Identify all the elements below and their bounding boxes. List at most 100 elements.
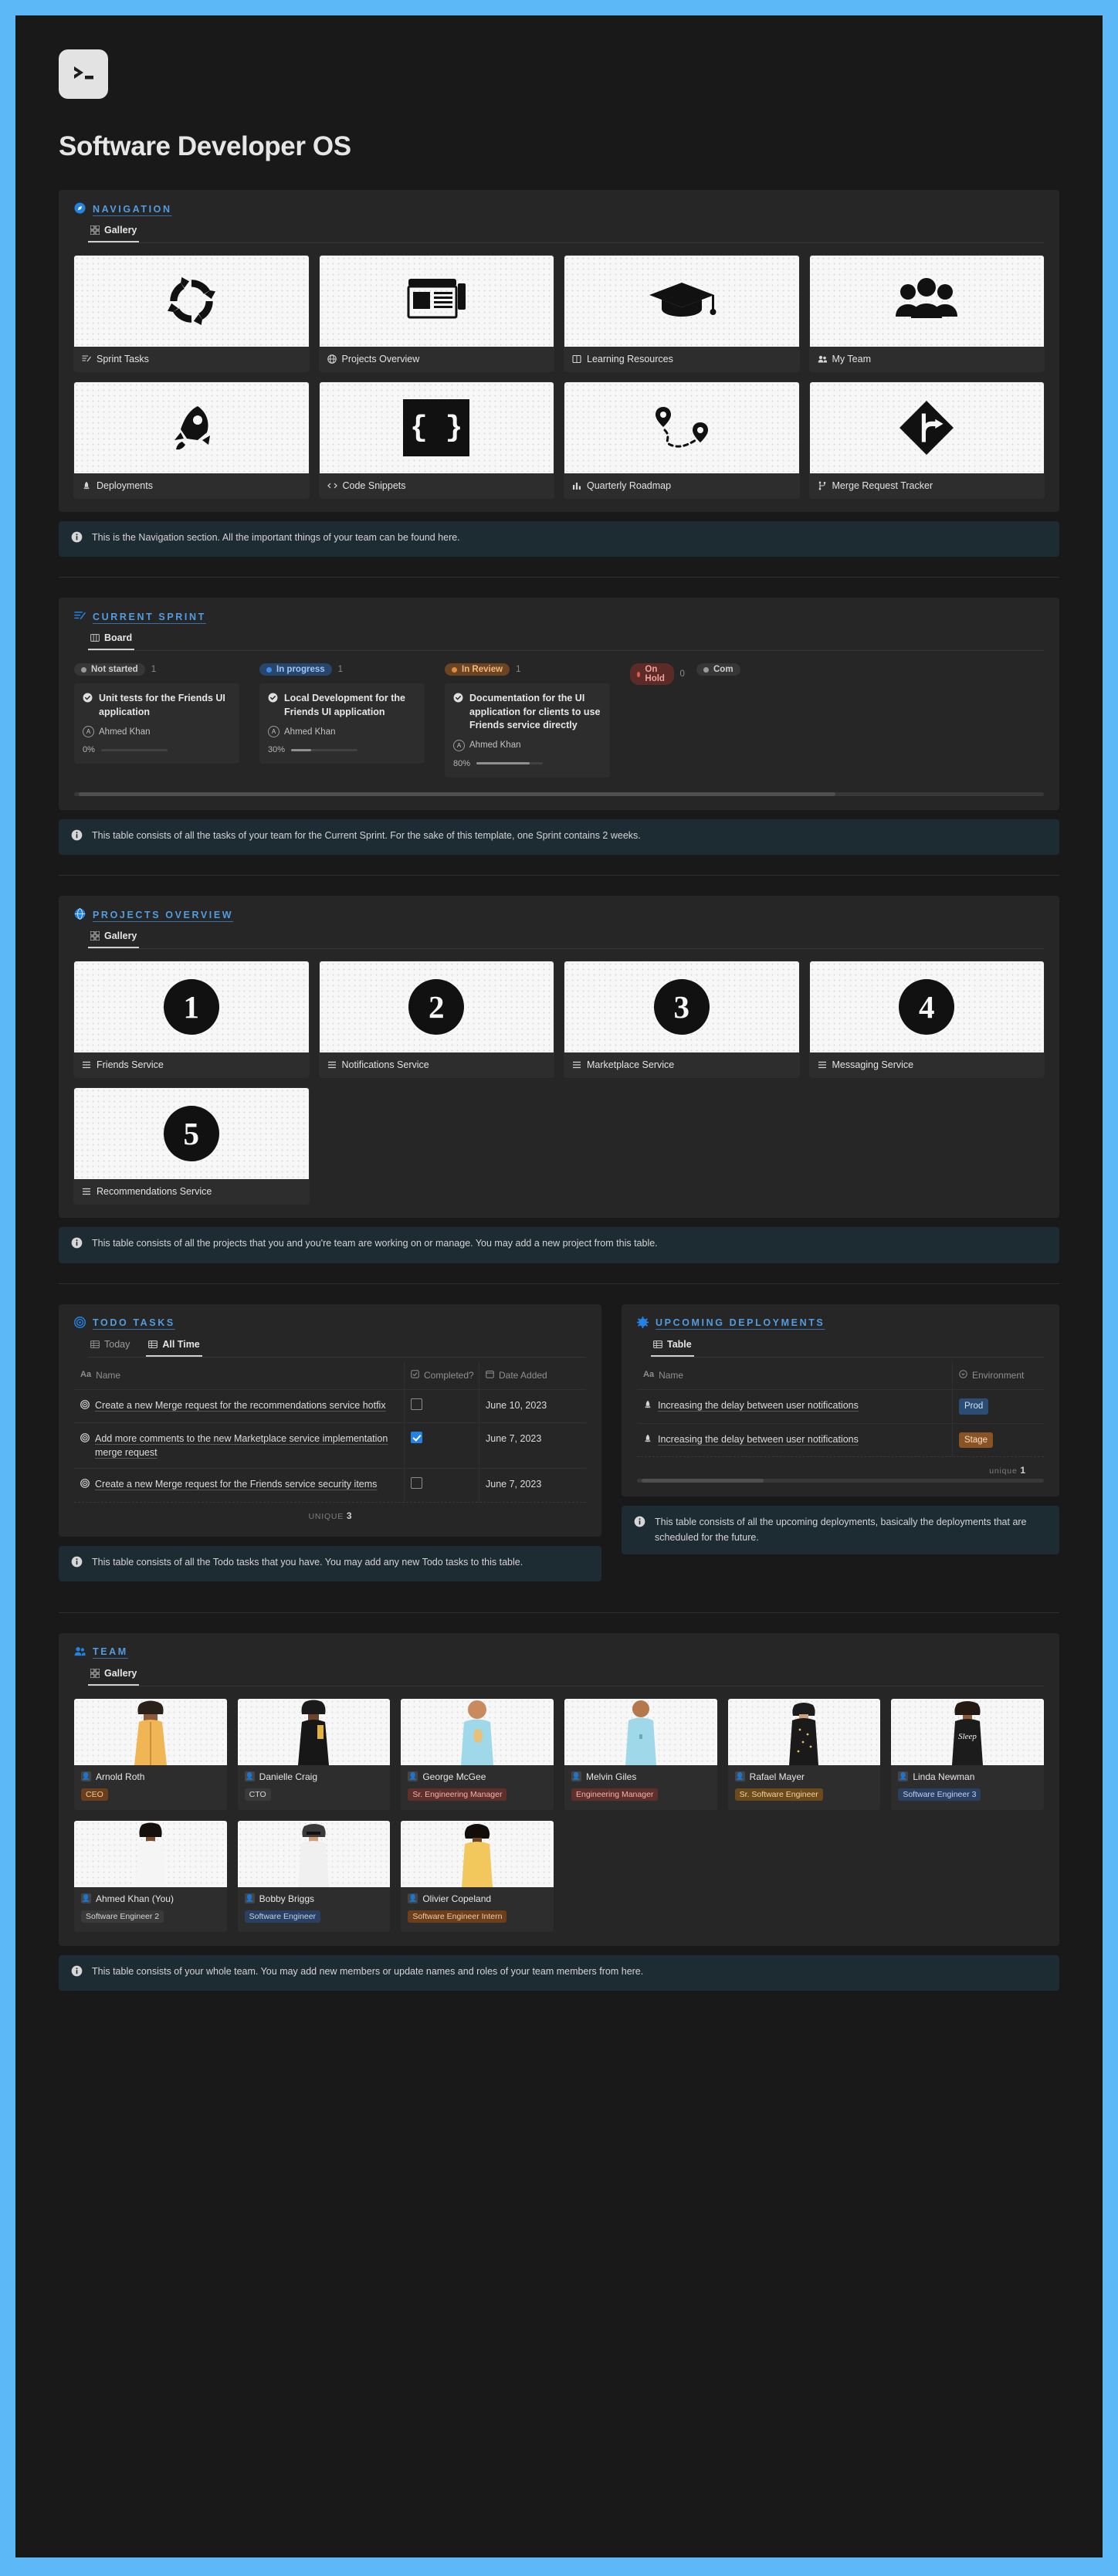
table-icon: [148, 1340, 158, 1349]
cell-environment[interactable]: Prod: [953, 1390, 1044, 1423]
projects-overview-header: PROJECTS OVERVIEW: [74, 908, 1044, 921]
current-sprint-title[interactable]: CURRENT SPRINT: [93, 612, 206, 622]
projects-gallery: 1 Friends Service 2 Notifications Servic…: [74, 961, 1044, 1205]
column-header-name[interactable]: Aa Name: [74, 1362, 404, 1389]
gallery-card[interactable]: Quarterly Roadmap: [564, 382, 799, 498]
list-icon: [82, 1187, 91, 1196]
table-row[interactable]: Increasing the delay between user notifi…: [637, 1390, 1044, 1424]
member-name-row: 👤 Arnold Roth: [74, 1765, 227, 1784]
gallery-card[interactable]: Learning Resources: [564, 256, 799, 371]
navigation-title[interactable]: NAVIGATION: [93, 204, 172, 215]
tab-gallery-team[interactable]: Gallery: [88, 1665, 140, 1686]
status-badge[interactable]: Not started: [74, 663, 145, 676]
cell-name[interactable]: Create a new Merge request for the Frien…: [74, 1469, 404, 1501]
gallery-card[interactable]: My Team: [809, 256, 1044, 371]
progress-bar: [100, 748, 168, 751]
column-header-date[interactable]: Date Added: [479, 1362, 586, 1389]
navigation-tabs: Gallery: [88, 222, 1044, 243]
team-title[interactable]: TEAM: [93, 1646, 128, 1657]
list-icon: [327, 1060, 337, 1069]
table-row[interactable]: Create a new Merge request for the recom…: [74, 1390, 586, 1424]
cell-date[interactable]: June 7, 2023: [479, 1423, 586, 1468]
status-badge[interactable]: Com: [696, 663, 740, 676]
deployments-horizontal-scrollbar[interactable]: [637, 1479, 1044, 1483]
column-header-completed[interactable]: Completed?: [405, 1362, 479, 1389]
member-avatar-art: [237, 1820, 391, 1887]
column-header-name[interactable]: Aa Name: [637, 1362, 952, 1389]
team-member-card[interactable]: Sleep 👤 Linda Newman Software Engineer 3: [891, 1698, 1044, 1810]
cell-completed[interactable]: [405, 1423, 479, 1468]
board-card[interactable]: Documentation for the UI application for…: [445, 683, 610, 778]
cell-name[interactable]: Increasing the delay between user notifi…: [637, 1424, 952, 1457]
board-horizontal-scrollbar[interactable]: [74, 791, 1044, 796]
gallery-card[interactable]: 1 Friends Service: [74, 961, 309, 1078]
card-progress: 30%: [268, 745, 416, 754]
cell-name[interactable]: Add more comments to the new Marketplace…: [74, 1423, 404, 1468]
column-header-environment[interactable]: Environment: [953, 1362, 1044, 1389]
checkbox[interactable]: [411, 1432, 423, 1444]
gallery-card[interactable]: Deployments: [74, 382, 309, 498]
projects-overview-title[interactable]: PROJECTS OVERVIEW: [93, 910, 233, 920]
cell-completed[interactable]: [405, 1390, 479, 1422]
checkbox[interactable]: [411, 1398, 422, 1411]
tab-label: Gallery: [104, 225, 137, 236]
status-badge[interactable]: In Review: [445, 663, 510, 676]
check-circle-icon: [268, 693, 278, 707]
team-section: TEAM Gallery 👤 Arnold Roth CEO 👤 Daniell…: [59, 1632, 1059, 1946]
gallery-card[interactable]: { } Code Snippets: [319, 382, 554, 498]
tab-gallery-projects[interactable]: Gallery: [88, 927, 140, 949]
list-icon: [82, 1060, 91, 1069]
table-row[interactable]: Add more comments to the new Marketplace…: [74, 1423, 586, 1469]
graduation-cap-art: [564, 256, 799, 347]
page-root: Software Developer OS NAVIGATION Gallery: [15, 15, 1103, 2557]
cell-date[interactable]: June 10, 2023: [479, 1390, 586, 1422]
board-card[interactable]: Local Development for the Friends UI app…: [259, 683, 425, 764]
table-row[interactable]: Create a new Merge request for the Frien…: [74, 1469, 586, 1503]
unique-value: 3: [346, 1510, 352, 1521]
todo-tasks-header: TODO TASKS: [74, 1316, 586, 1330]
cell-environment[interactable]: Stage: [953, 1424, 1044, 1457]
tab-board[interactable]: Board: [88, 629, 135, 651]
status-badge[interactable]: In progress: [259, 663, 332, 676]
table-row[interactable]: Increasing the delay between user notifi…: [637, 1423, 1044, 1458]
tab-gallery-navigation[interactable]: Gallery: [88, 222, 140, 242]
tab-today[interactable]: Today: [88, 1336, 132, 1357]
checkbox[interactable]: [411, 1477, 422, 1490]
cell-completed[interactable]: [405, 1469, 479, 1501]
team-member-card[interactable]: 👤 Danielle Craig CTO: [237, 1698, 391, 1810]
upcoming-deployments-title[interactable]: UPCOMING DEPLOYMENTS: [656, 1317, 825, 1328]
team-member-card[interactable]: 👤 Ahmed Khan (You) Software Engineer 2: [74, 1820, 227, 1932]
team-member-card[interactable]: 👤 Bobby Briggs Software Engineer: [237, 1820, 391, 1932]
card-assignee: A Ahmed Khan: [453, 739, 601, 751]
tab-table-deployments[interactable]: Table: [651, 1336, 694, 1357]
column-count: 1: [151, 665, 157, 675]
cell-name[interactable]: Increasing the delay between user notifi…: [637, 1390, 952, 1423]
header-label: Environment: [972, 1369, 1025, 1381]
todo-tasks-title[interactable]: TODO TASKS: [93, 1317, 175, 1328]
team-member-card[interactable]: 👤 Arnold Roth CEO: [74, 1698, 227, 1810]
gallery-card[interactable]: 3 Marketplace Service: [564, 961, 799, 1078]
team-member-card[interactable]: 👤 George McGee Sr. Engineering Manager: [401, 1698, 554, 1810]
team-member-card[interactable]: 👤 Rafael Mayer Sr. Software Engineer: [727, 1698, 881, 1810]
avatar: A: [453, 739, 465, 751]
gallery-card[interactable]: Merge Request Tracker: [809, 382, 1044, 498]
gallery-card[interactable]: Projects Overview: [319, 256, 554, 371]
card-title: Documentation for the UI application for…: [469, 693, 601, 731]
gallery-card[interactable]: 2 Notifications Service: [319, 961, 554, 1078]
gallery-card[interactable]: 5 Recommendations Service: [74, 1088, 309, 1205]
tab-label: All Time: [162, 1338, 200, 1350]
assignee-name: Ahmed Khan: [99, 727, 151, 737]
board-card[interactable]: Unit tests for the Friends UI applicatio…: [74, 683, 239, 764]
team-member-card[interactable]: 👤 Melvin Giles Engineering Manager: [564, 1698, 717, 1810]
status-badge[interactable]: On Hold: [630, 663, 674, 686]
gallery-card[interactable]: Sprint Tasks: [74, 256, 309, 371]
member-role-row: CEO: [74, 1784, 227, 1810]
todo-unique-summary: UNIQUE 3: [74, 1503, 586, 1523]
gallery-card[interactable]: 4 Messaging Service: [809, 961, 1044, 1078]
cell-name[interactable]: Create a new Merge request for the recom…: [74, 1390, 404, 1422]
cell-date[interactable]: June 7, 2023: [479, 1469, 586, 1501]
tab-all-time[interactable]: All Time: [146, 1336, 202, 1357]
task-list-icon: [74, 610, 86, 623]
team-member-card[interactable]: 👤 Olivier Copeland Software Engineer Int…: [401, 1820, 554, 1932]
tab-label: Gallery: [104, 1667, 137, 1679]
